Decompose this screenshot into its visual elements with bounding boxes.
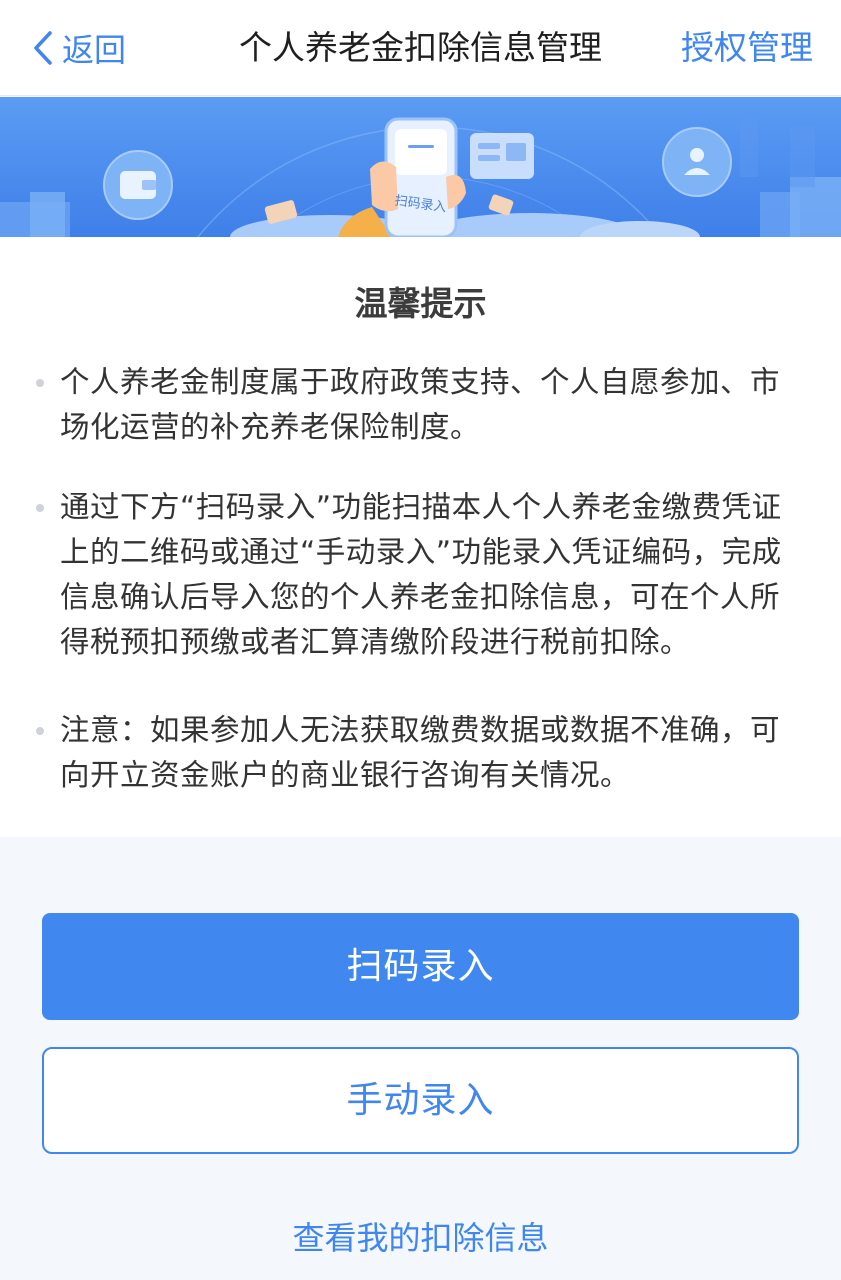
tip-item: 个人养老金制度属于政府政策支持、个人自愿参加、市场化运营的补充养老保险制度。	[36, 360, 800, 450]
authorization-management-link[interactable]: 授权管理	[681, 26, 813, 70]
nav-bar: 返回 个人养老金扣除信息管理 授权管理	[0, 0, 841, 96]
bullet-dot	[36, 727, 44, 735]
user-icon	[662, 127, 732, 197]
wallet-icon	[103, 150, 173, 220]
tip-text: 个人养老金制度属于政府政策支持、个人自愿参加、市场化运营的补充养老保险制度。	[60, 365, 781, 444]
tip-text: 通过下方“扫码录入”功能扫描本人个人养老金缴费凭证上的二维码或通过“手动录入”功…	[60, 490, 782, 659]
scan-entry-button[interactable]: 扫码录入	[42, 913, 799, 1020]
manual-entry-button[interactable]: 手动录入	[42, 1047, 799, 1154]
page: 返回 个人养老金扣除信息管理 授权管理 扫码录入 温馨提示 个人养老金制度属于政…	[0, 0, 841, 1280]
back-label: 返回	[62, 31, 127, 69]
bullet-dot	[36, 504, 44, 512]
chevron-left-icon	[34, 31, 52, 65]
tip-item: 注意：如果参加人无法获取缴费数据或数据不准确，可向开立资金账户的商业银行咨询有关…	[36, 708, 800, 798]
view-deduction-info-link[interactable]: 查看我的扣除信息	[0, 1214, 841, 1262]
tip-text: 注意：如果参加人无法获取缴费数据或数据不准确，可向开立资金账户的商业银行咨询有关…	[60, 713, 781, 792]
tips-title: 温馨提示	[354, 284, 487, 323]
banner-illustration: 扫码录入	[0, 97, 841, 237]
back-button[interactable]: 返回	[32, 26, 126, 70]
tip-item: 通过下方“扫码录入”功能扫描本人个人养老金缴费凭证上的二维码或通过“手动录入”功…	[36, 485, 800, 665]
tips-card: 温馨提示 个人养老金制度属于政府政策支持、个人自愿参加、市场化运营的补充养老保险…	[0, 237, 841, 837]
bullet-dot	[36, 379, 44, 387]
